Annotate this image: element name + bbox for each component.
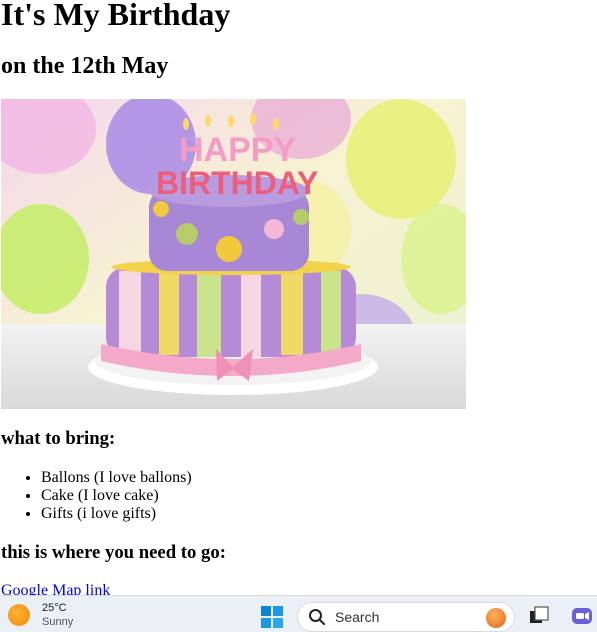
- search-icon: [308, 608, 326, 626]
- bring-heading: what to bring:: [1, 428, 116, 449]
- list-item: Cake (I love cake): [41, 487, 192, 505]
- taskbar-search-box[interactable]: Search: [297, 602, 515, 632]
- search-highlight-icon: [486, 608, 506, 628]
- sun-icon: [8, 604, 30, 626]
- windows-taskbar: 25°C Sunny Search: [0, 595, 597, 632]
- teams-icon[interactable]: [571, 605, 593, 627]
- windows-logo-icon[interactable]: [260, 605, 284, 629]
- task-view-icon[interactable]: [528, 605, 550, 627]
- page-title: It's My Birthday: [1, 0, 231, 32]
- google-map-link[interactable]: Google Map link: [1, 582, 110, 595]
- page-subtitle: on the 12th May: [1, 53, 169, 79]
- birthday-candles-text: BIRTHDAY: [156, 165, 318, 201]
- list-item: Ballons (I love ballons): [41, 469, 192, 487]
- list-item: Gifts (i love gifts): [41, 505, 192, 523]
- weather-condition: Sunny: [42, 615, 74, 628]
- weather-temperature: 25°C: [42, 601, 67, 614]
- birthday-cake-image: HAPPY BIRTHDAY: [1, 99, 466, 409]
- weather-widget[interactable]: 25°C Sunny: [8, 600, 73, 630]
- web-page: It's My Birthday on the 12th May HAPPY B…: [0, 0, 597, 595]
- go-heading: this is where you need to go:: [1, 542, 226, 563]
- search-placeholder: Search: [335, 609, 380, 625]
- bring-list: Ballons (I love ballons) Cake (I love ca…: [1, 469, 192, 523]
- happy-candles-text: HAPPY: [179, 131, 296, 169]
